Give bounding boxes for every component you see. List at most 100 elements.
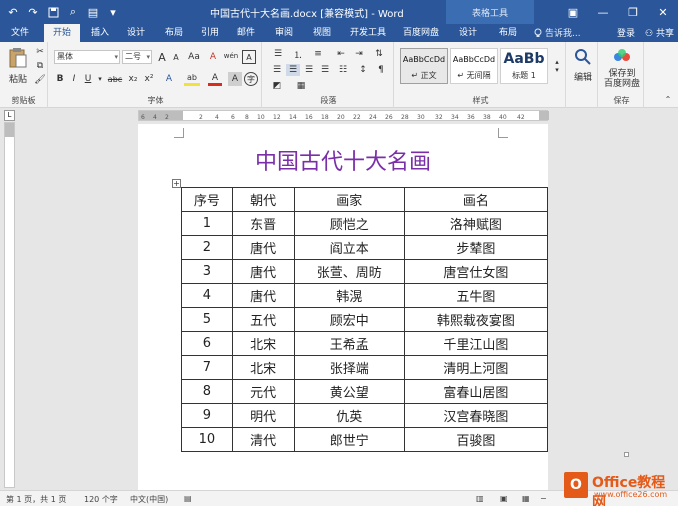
read-mode-icon[interactable]: ▥: [476, 494, 484, 503]
style-heading-1[interactable]: AaBb 标题 1: [500, 48, 548, 84]
document-page[interactable]: 中国古代十大名画 + 序号 朝代 画家 画名 1 东晋 顾恺之 洛神赋图 2 唐代 阎立本步…: [138, 124, 548, 490]
cell-seq[interactable]: 2: [181, 235, 233, 260]
cell-painter[interactable]: 顾恺之: [293, 211, 405, 236]
cut-icon[interactable]: ✂: [34, 46, 46, 58]
close-button[interactable]: ✕: [648, 0, 678, 24]
cell-dynasty[interactable]: 清代: [231, 427, 295, 452]
sort-icon[interactable]: ⇅: [372, 48, 386, 60]
cell-painter[interactable]: 郎世宁: [293, 427, 405, 452]
save-icon[interactable]: [44, 3, 62, 21]
macro-icon[interactable]: ▤: [184, 494, 192, 503]
editing-button[interactable]: 编辑: [568, 70, 598, 83]
cell-painter[interactable]: 张择端: [293, 355, 405, 380]
bullets-icon[interactable]: ☰: [270, 48, 286, 60]
paste-icon[interactable]: [6, 46, 30, 70]
cell-painting[interactable]: 五牛图: [403, 283, 548, 308]
header-dynasty[interactable]: 朝代: [231, 187, 295, 212]
cell-dynasty[interactable]: 唐代: [231, 283, 295, 308]
web-layout-icon[interactable]: ▦: [522, 494, 530, 503]
shrink-font-button[interactable]: A: [170, 50, 182, 64]
cell-seq[interactable]: 10: [181, 427, 233, 452]
cell-dynasty[interactable]: 元代: [231, 379, 295, 404]
line-spacing-icon[interactable]: ↕: [356, 64, 370, 76]
font-name-dropdown[interactable]: 黑体 ▾: [54, 50, 120, 64]
customize-qat-icon[interactable]: ▾: [104, 3, 122, 21]
tab-home[interactable]: 开始: [44, 24, 80, 42]
cell-painting[interactable]: 清明上河图: [403, 355, 548, 380]
save-to-baidu-button[interactable]: 保存到 百度网盘: [600, 68, 644, 90]
vertical-ruler[interactable]: [4, 122, 15, 488]
cell-painting[interactable]: 富春山居图: [403, 379, 548, 404]
tell-me-box[interactable]: 告诉我...: [534, 26, 581, 39]
header-seq[interactable]: 序号: [181, 187, 233, 212]
cell-seq[interactable]: 5: [181, 307, 233, 332]
distributed-icon[interactable]: ☷: [336, 64, 350, 76]
share-button[interactable]: ⚇ 共享: [645, 26, 674, 39]
table-move-handle[interactable]: +: [172, 179, 181, 188]
cell-seq[interactable]: 7: [181, 355, 233, 380]
cell-painter[interactable]: 王希孟: [293, 331, 405, 356]
clear-format-button[interactable]: A: [206, 50, 220, 64]
vertical-scrollbar[interactable]: [666, 110, 678, 488]
bold-button[interactable]: B: [54, 72, 66, 86]
cell-dynasty[interactable]: 唐代: [231, 235, 295, 260]
change-case-button[interactable]: Aa: [186, 50, 202, 64]
paste-button[interactable]: 粘贴: [2, 72, 34, 85]
cell-dynasty[interactable]: 唐代: [231, 259, 295, 284]
phonetic-guide-button[interactable]: wén: [222, 48, 240, 64]
baidu-cloud-icon[interactable]: [612, 46, 632, 66]
print-preview-icon[interactable]: ⌕: [64, 3, 82, 21]
numbering-icon[interactable]: ⒈: [290, 48, 306, 61]
cell-seq[interactable]: 6: [181, 331, 233, 356]
italic-button[interactable]: I: [68, 72, 80, 86]
cell-painting[interactable]: 汉宫春晓图: [403, 403, 548, 428]
underline-dropdown[interactable]: ▾: [96, 72, 104, 86]
cell-dynasty[interactable]: 五代: [231, 307, 295, 332]
page-count[interactable]: 第 1 页，共 1 页: [6, 494, 66, 505]
tab-design[interactable]: 设计: [120, 24, 152, 42]
cell-painter[interactable]: 黄公望: [293, 379, 405, 404]
cell-painting[interactable]: 百骏图: [403, 427, 548, 452]
cell-seq[interactable]: 4: [181, 283, 233, 308]
tab-table-design[interactable]: 设计: [452, 24, 484, 42]
cell-seq[interactable]: 1: [181, 211, 233, 236]
tab-review[interactable]: 审阅: [268, 24, 300, 42]
tab-file[interactable]: 文件: [4, 24, 36, 42]
find-icon[interactable]: [572, 46, 594, 68]
enclose-char-button[interactable]: 字: [244, 72, 258, 86]
align-right-icon[interactable]: ☰: [302, 64, 316, 76]
cell-seq[interactable]: 9: [181, 403, 233, 428]
style-no-spacing[interactable]: AaBbCcDd ↵ 无间隔: [450, 48, 498, 84]
language-status[interactable]: 中文(中国): [130, 494, 168, 505]
login-button[interactable]: 登录: [617, 26, 635, 39]
cell-dynasty[interactable]: 明代: [231, 403, 295, 428]
table-resize-handle[interactable]: [624, 452, 629, 457]
tab-developer[interactable]: 开发工具: [344, 24, 392, 42]
cell-painter[interactable]: 张萱、周昉: [293, 259, 405, 284]
char-border-button[interactable]: A: [242, 50, 256, 64]
tab-selector[interactable]: L: [4, 110, 15, 121]
collapse-ribbon-icon[interactable]: ⌃: [662, 94, 674, 104]
cell-seq[interactable]: 8: [181, 379, 233, 404]
tab-layout[interactable]: 布局: [158, 24, 190, 42]
copy-icon[interactable]: ⧉: [34, 60, 46, 72]
align-center-icon[interactable]: ☰: [286, 64, 300, 76]
print-layout-icon[interactable]: ▣: [500, 494, 508, 503]
minimize-button[interactable]: —: [588, 0, 618, 24]
style-normal[interactable]: AaBbCcDd ↵ 正文: [400, 48, 448, 84]
restore-button[interactable]: ❐: [618, 0, 648, 24]
cell-painting[interactable]: 步辇图: [403, 235, 548, 260]
increase-indent-icon[interactable]: ⇥: [352, 48, 366, 60]
tab-insert[interactable]: 插入: [84, 24, 116, 42]
shading-icon[interactable]: ◩: [270, 80, 284, 92]
undo-icon[interactable]: ↶: [4, 3, 22, 21]
cell-painter[interactable]: 阎立本: [293, 235, 405, 260]
text-effects-button[interactable]: A: [162, 72, 176, 86]
document-heading[interactable]: 中国古代十大名画: [138, 144, 548, 176]
cell-painter[interactable]: 仇英: [293, 403, 405, 428]
highlight-button[interactable]: ab: [184, 72, 200, 86]
ribbon-display-options-button[interactable]: ▣: [558, 0, 588, 24]
tab-references[interactable]: 引用: [194, 24, 226, 42]
tab-mailings[interactable]: 邮件: [230, 24, 262, 42]
word-count[interactable]: 120 个字: [84, 494, 118, 505]
